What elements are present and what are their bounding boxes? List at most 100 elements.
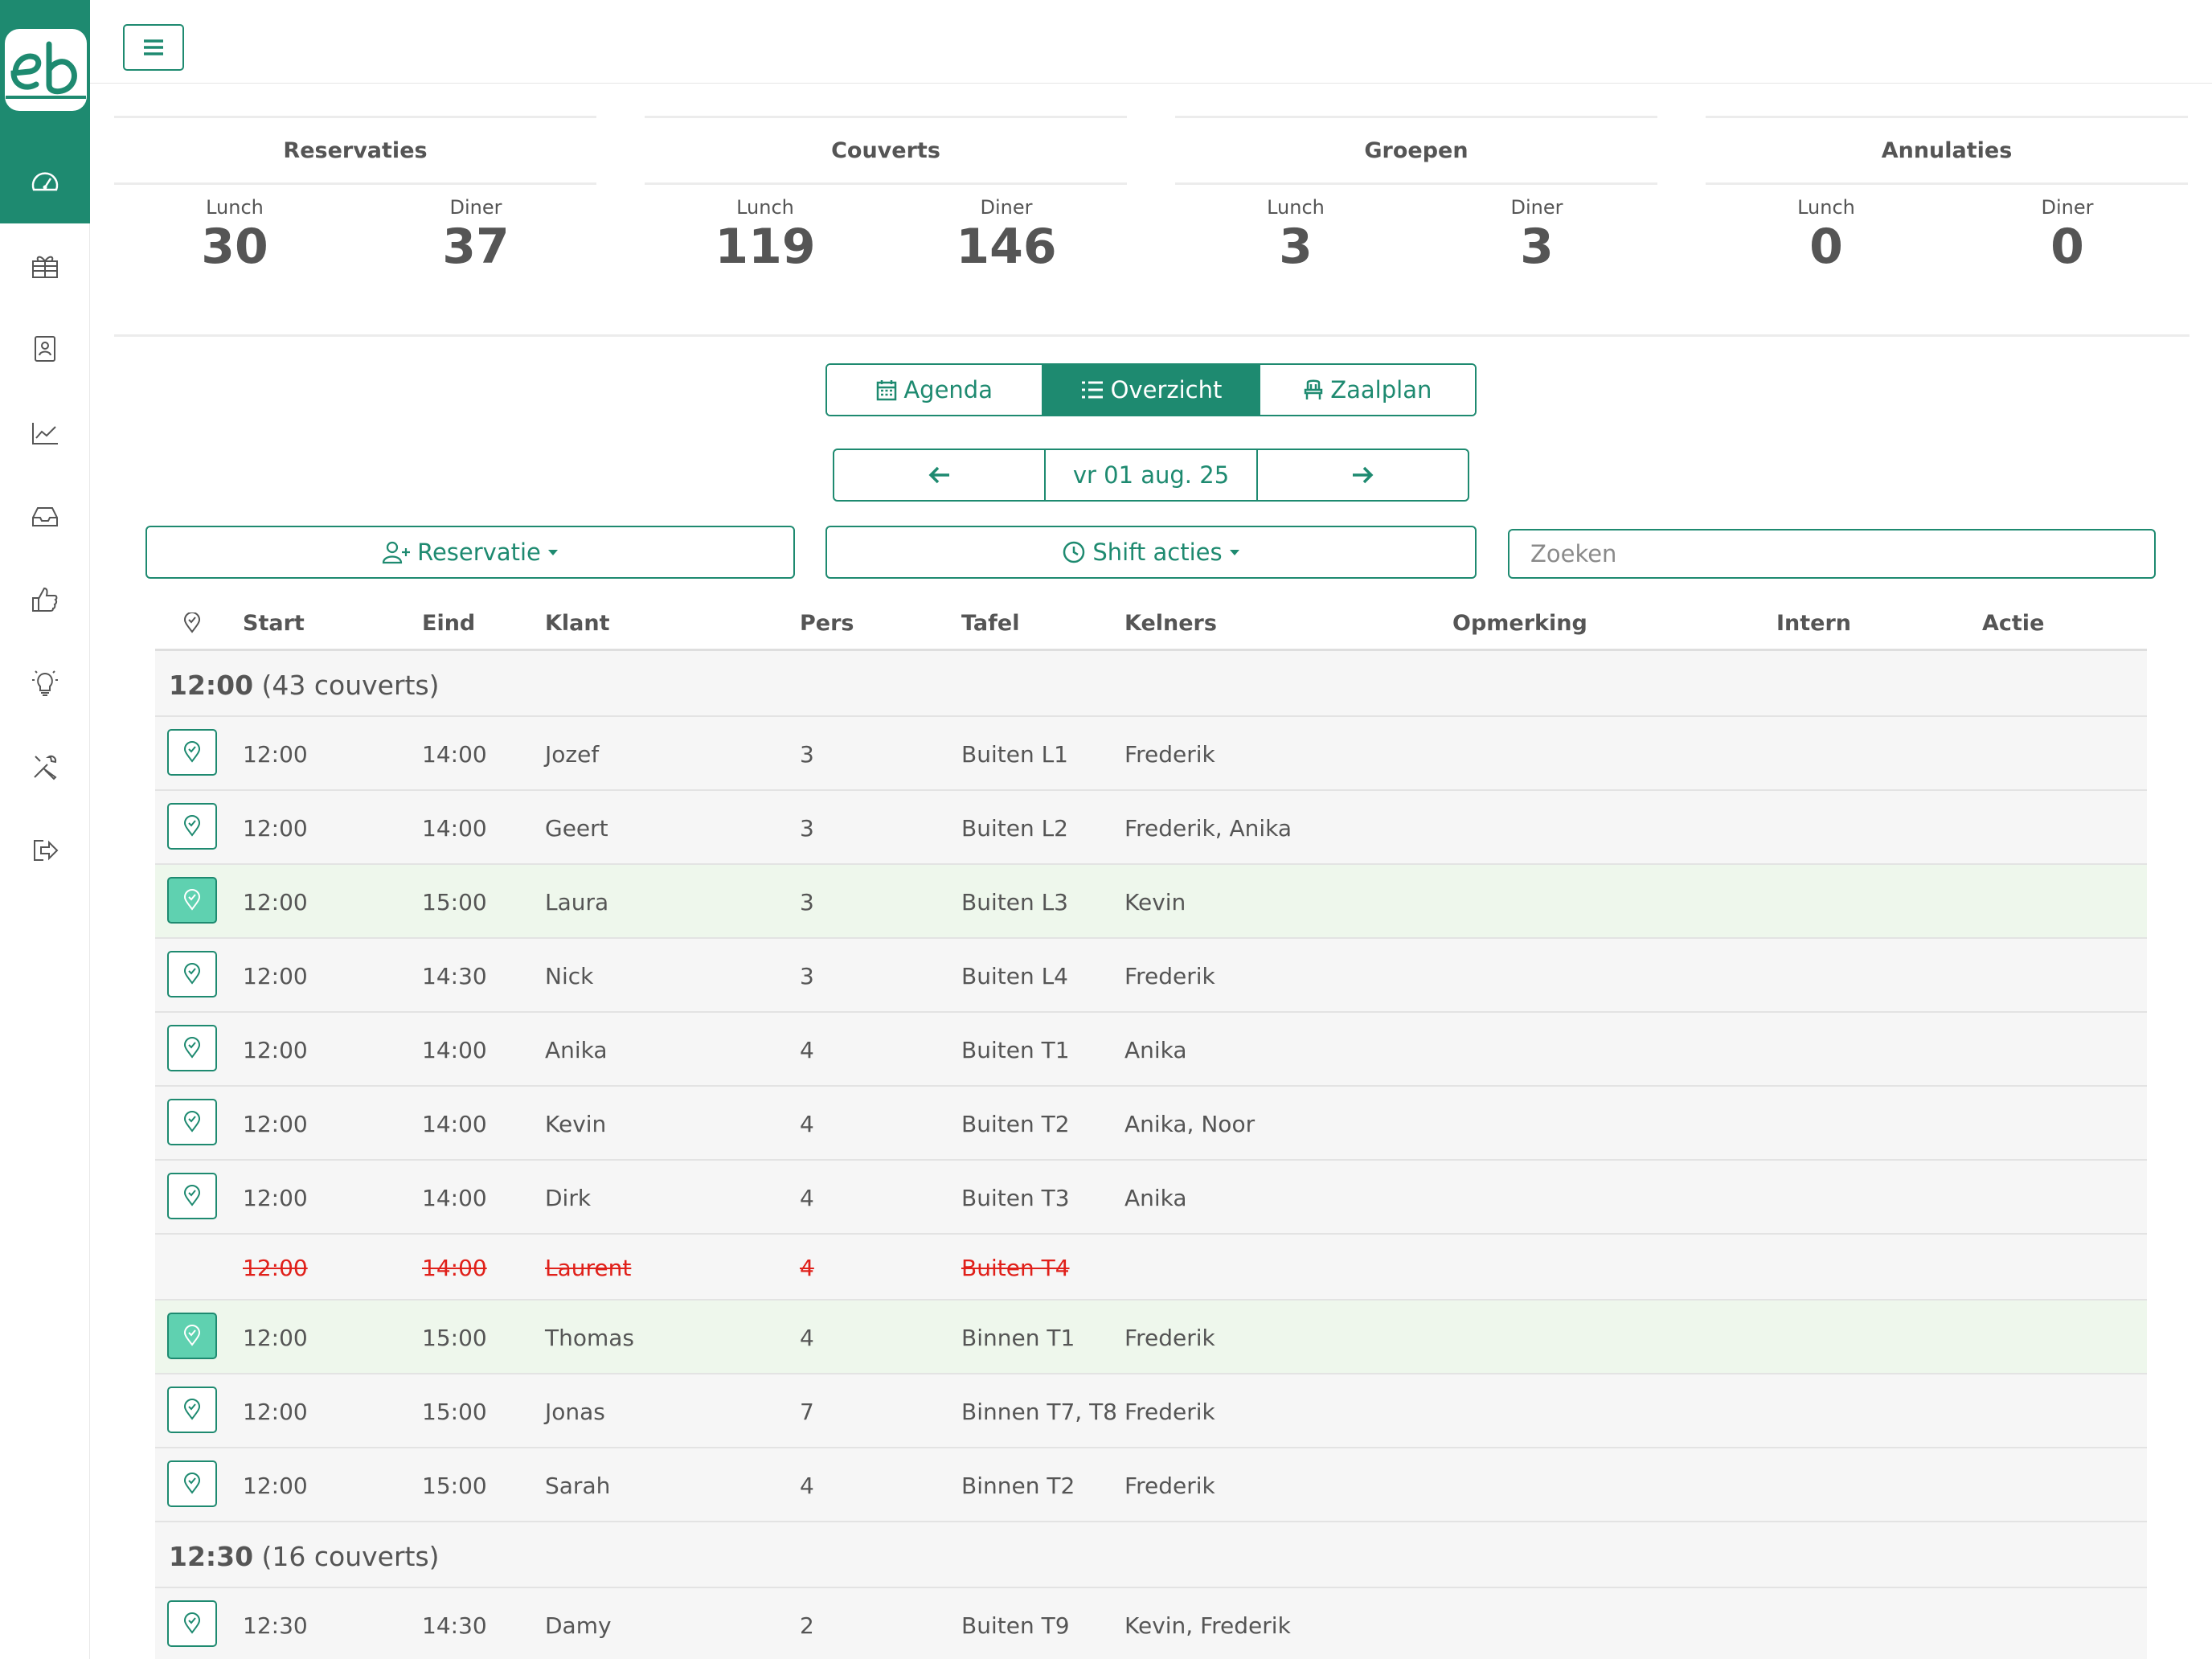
cell-start: 12:00 (243, 1037, 308, 1063)
nav-settings[interactable] (0, 725, 90, 809)
sidebar-logo-block[interactable] (0, 0, 90, 223)
cell-start: 12:00 (243, 1255, 308, 1281)
cell-tafel: Binnen T2 (961, 1473, 1075, 1499)
map-pin-icon (183, 1037, 201, 1059)
stat-annulaties: Annulaties Lunch 0 Diner 0 (1706, 116, 2188, 275)
nav-gifts[interactable] (0, 223, 90, 307)
table-row[interactable]: 12:00 14:00 Jozef 3 Buiten L1 Frederik (155, 717, 2147, 791)
map-pin-icon (183, 1612, 201, 1634)
cell-klant: Laurent (545, 1255, 632, 1281)
cell-klant: Thomas (545, 1325, 635, 1351)
table-row[interactable]: 12:00 14:00 Anika 4 Buiten T1 Anika (155, 1013, 2147, 1087)
nav-stats[interactable] (0, 391, 90, 474)
next-day-button[interactable] (1258, 450, 1468, 500)
eb-logo[interactable] (5, 29, 87, 111)
cell-start: 12:30 (243, 1612, 308, 1639)
nav-contacts[interactable] (0, 307, 90, 391)
table-row[interactable]: 12:00 14:00 Kevin 4 Buiten T2 Anika, Noor (155, 1087, 2147, 1161)
checkin-button[interactable] (167, 1600, 217, 1647)
col-tafel[interactable]: Tafel (961, 611, 1019, 636)
col-intern[interactable]: Intern (1776, 611, 1851, 636)
nav-logout[interactable] (0, 809, 90, 892)
shift-actions-label: Shift acties (1092, 539, 1223, 566)
cell-eind: 14:00 (422, 1255, 487, 1281)
col-klant[interactable]: Klant (545, 611, 610, 636)
table-row[interactable]: 12:00 15:00 Thomas 4 Binnen T1 Frederik (155, 1301, 2147, 1374)
stat-lunch-label: Lunch (206, 196, 264, 219)
stat-groepen: Groepen Lunch 3 Diner 3 (1175, 116, 1657, 275)
nav-ideas[interactable] (0, 641, 90, 725)
cell-pers: 2 (800, 1612, 814, 1639)
map-pin-icon (183, 815, 201, 837)
checkin-button[interactable] (167, 1313, 217, 1359)
cell-kelners: Kevin (1124, 889, 1186, 916)
cell-tafel: Buiten L2 (961, 815, 1068, 842)
nav-reviews[interactable] (0, 558, 90, 641)
stat-title: Couverts (645, 116, 1127, 185)
stat-diner-value: 37 (442, 219, 510, 275)
stat-diner-label: Diner (1510, 196, 1563, 219)
group-time: 12:30 (169, 1541, 254, 1572)
lightbulb-icon (32, 670, 58, 696)
table-row[interactable]: 12:00 14:00 Laurent 4 Buiten T4 (155, 1235, 2147, 1301)
stat-diner-label: Diner (449, 196, 502, 219)
table-row[interactable]: 12:00 14:00 Dirk 4 Buiten T3 Anika (155, 1161, 2147, 1235)
cell-start: 12:00 (243, 1399, 308, 1425)
map-pin-icon (183, 889, 201, 911)
col-start[interactable]: Start (243, 611, 305, 636)
stat-title: Groepen (1175, 116, 1657, 185)
checkin-button[interactable] (167, 877, 217, 924)
checkin-button[interactable] (167, 803, 217, 850)
date-navigator: vr 01 aug. 25 (833, 449, 1469, 502)
nav-inbox[interactable] (0, 474, 90, 558)
nav-dashboard[interactable] (0, 140, 90, 223)
table-row[interactable]: 12:00 15:00 Jonas 7 Binnen T7, T8 Frederik (155, 1374, 2147, 1448)
cell-start: 12:00 (243, 815, 308, 842)
col-kelners[interactable]: Kelners (1124, 611, 1217, 636)
cell-start: 12:00 (243, 1185, 308, 1211)
tab-agenda[interactable]: Agenda (827, 365, 1044, 415)
shift-actions-button[interactable]: Shift acties (825, 526, 1477, 579)
add-reservation-button[interactable]: Reservatie (145, 526, 795, 579)
col-pers[interactable]: Pers (800, 611, 854, 636)
stat-couverts: Couverts Lunch 119 Diner 146 (645, 116, 1127, 275)
group-time: 12:00 (169, 670, 254, 701)
checkin-button[interactable] (167, 1387, 217, 1433)
stat-diner-value: 146 (956, 219, 1057, 275)
col-actie[interactable]: Actie (1982, 611, 2044, 636)
col-eind[interactable]: Eind (422, 611, 475, 636)
checkin-button[interactable] (167, 951, 217, 997)
search-input[interactable] (1508, 529, 2156, 579)
checkin-button[interactable] (167, 1025, 217, 1071)
cell-tafel: Buiten T9 (961, 1612, 1070, 1639)
table-row[interactable]: 12:00 15:00 Laura 3 Buiten L3 Kevin (155, 865, 2147, 939)
add-reservation-label: Reservatie (417, 539, 541, 566)
table-row[interactable]: 12:30 14:30 Damy 2 Buiten T9 Kevin, Frederik (155, 1588, 2147, 1659)
cell-kelners: Anika (1124, 1037, 1187, 1063)
current-date[interactable]: vr 01 aug. 25 (1046, 450, 1258, 500)
checkin-button[interactable] (167, 729, 217, 776)
table-row[interactable]: 12:00 14:30 Nick 3 Buiten L4 Frederik (155, 939, 2147, 1013)
checkin-button[interactable] (167, 1173, 217, 1219)
table-row[interactable]: 12:00 14:00 Geert 3 Buiten L2 Frederik, Anika (155, 791, 2147, 865)
cell-tafel: Buiten L1 (961, 741, 1068, 768)
menu-toggle-button[interactable] (123, 24, 184, 71)
tools-icon (34, 755, 57, 780)
stat-lunch-label: Lunch (1797, 196, 1855, 219)
cell-eind: 14:30 (422, 963, 487, 989)
map-pin-icon (183, 741, 201, 763)
thumbs-up-icon (32, 587, 58, 612)
cell-tafel: Buiten T3 (961, 1185, 1070, 1211)
tab-zaalplan[interactable]: Zaalplan (1260, 365, 1475, 415)
prev-day-button[interactable] (834, 450, 1047, 500)
table-body: 12:00 (43 couverts) 12:00 14:00 Jozef 3 Buite… (155, 651, 2147, 1659)
cell-eind: 15:00 (422, 1399, 487, 1425)
table-header: Start Eind Klant Pers Tafel Kelners Opme… (155, 595, 2147, 651)
cell-eind: 14:00 (422, 741, 487, 768)
cell-kelners: Frederik, Anika (1124, 815, 1292, 842)
table-row[interactable]: 12:00 15:00 Sarah 4 Binnen T2 Frederik (155, 1448, 2147, 1522)
tab-overzicht[interactable]: Overzicht (1043, 365, 1260, 415)
checkin-button[interactable] (167, 1099, 217, 1145)
checkin-button[interactable] (167, 1460, 217, 1507)
col-opmerking[interactable]: Opmerking (1452, 611, 1587, 636)
